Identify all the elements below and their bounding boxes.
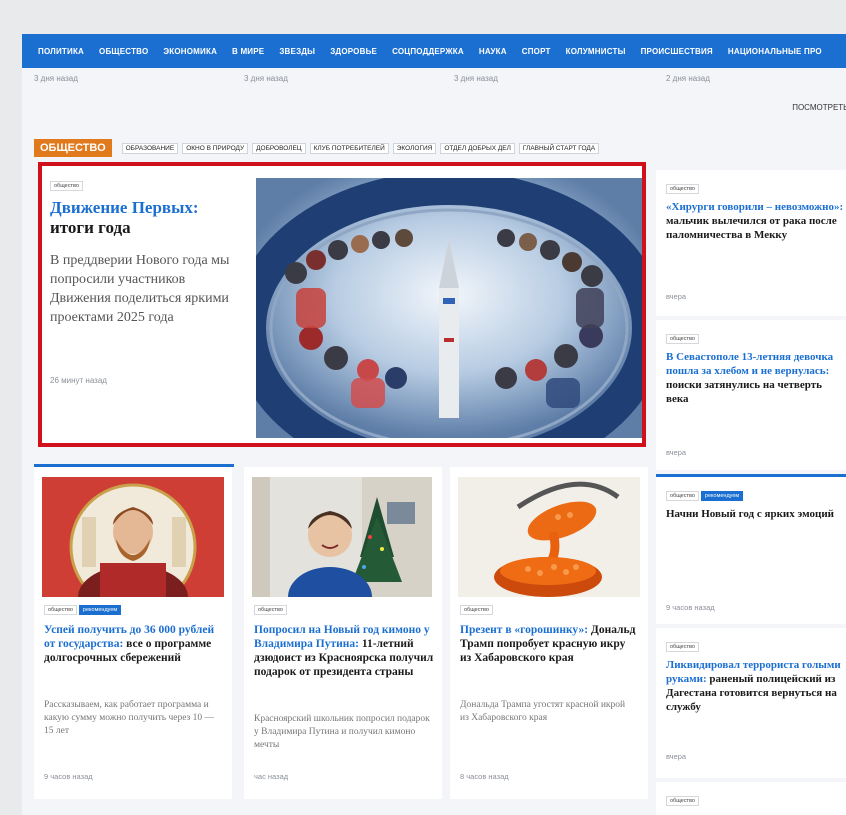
category-tag[interactable]: общество — [44, 605, 77, 615]
article-title[interactable]: Движение Первых: итоги года — [50, 198, 235, 238]
nav-item-health[interactable]: ЗДОРОВЬЕ — [330, 47, 377, 56]
subsection-link[interactable]: КЛУБ ПОТРЕБИТЕЛЕЙ — [309, 142, 389, 154]
featured-photo-rocket-crowd[interactable] — [256, 178, 642, 438]
section-header: ОБЩЕСТВО ОБРАЗОВАНИЕ ОКНО В ПРИРОДУ ДОБР… — [34, 138, 846, 158]
nav-item-science[interactable]: НАУКА — [479, 47, 507, 56]
article-title[interactable]: Ликвидировал террориста голыми руками: р… — [666, 658, 846, 714]
tag-row: общество — [666, 642, 699, 652]
subsection-link[interactable]: ДОБРОВОЛЕЦ — [252, 142, 306, 154]
article-time: вчера — [666, 752, 687, 761]
nav-item-economy[interactable]: ЭКОНОМИКА — [163, 47, 217, 56]
article-title[interactable]: Успей получить до 36 000 рублей от госуд… — [44, 623, 224, 665]
article-lead: Красноярский школьник попросил подарок у… — [254, 714, 430, 750]
tag-row: общество — [460, 605, 493, 615]
article-title-rest: Начни Новый год с ярких эмоций — [666, 508, 835, 520]
article-time: час назад — [254, 772, 289, 781]
subsection-link[interactable]: ГЛАВНЫЙ СТАРТ ГОДА — [518, 142, 600, 154]
article-title-rest: поиски затянулись на четверть века — [666, 379, 822, 405]
article-time: вчера — [666, 448, 687, 457]
article-title-highlight: Презент в «горошинку»: — [460, 624, 589, 636]
category-tag[interactable]: общество — [666, 491, 699, 501]
category-tag[interactable]: общество — [666, 184, 699, 194]
section-title[interactable]: ОБЩЕСТВО — [34, 139, 112, 157]
category-tag[interactable]: общество — [666, 334, 699, 344]
article-image-merchant-illustration[interactable] — [42, 477, 224, 629]
article-time: 8 часов назад — [460, 772, 509, 781]
article-title[interactable]: В Севастополе 13-летняя девочка пошла за… — [666, 350, 846, 406]
article-time: 2 дня назад — [666, 74, 710, 83]
see-all-link[interactable]: ПОСМОТРЕТЬ В — [792, 103, 846, 112]
tag-row: общество — [666, 184, 699, 194]
category-tag[interactable]: общество — [460, 605, 493, 615]
article-title-highlight: Движение Первых: — [50, 198, 199, 217]
news-page: ПОЛИТИКА ОБЩЕСТВО ЭКОНОМИКА В МИРЕ ЗВЕЗД… — [22, 34, 846, 815]
tag-row: общество рекомендуем — [666, 491, 744, 501]
category-tag[interactable]: общество — [254, 605, 287, 615]
article-title-rest: итоги года — [50, 218, 131, 237]
article-title[interactable]: Попросил на Новый год кимоно у Владимира… — [254, 623, 434, 679]
article-time: 9 часов назад — [44, 772, 93, 781]
article-title[interactable]: Презент в «горошинку»: Дональд Трамп поп… — [460, 623, 638, 665]
nav-item-national-projects[interactable]: НАЦИОНАЛЬНЫЕ ПРО — [728, 47, 822, 56]
category-tag[interactable]: общество — [666, 642, 699, 652]
recommended-tag[interactable]: рекомендуем — [78, 605, 122, 615]
subsection-link[interactable]: ОКНО В ПРИРОДУ — [182, 142, 249, 154]
nav-item-society[interactable]: ОБЩЕСТВО — [99, 47, 148, 56]
article-title-highlight: В Севастополе 13-летняя девочка пошла за… — [666, 351, 834, 377]
article-image-boy-christmas-tree[interactable] — [252, 477, 432, 627]
nav-item-columnists[interactable]: КОЛУМНИСТЫ — [566, 47, 626, 56]
nav-item-sport[interactable]: СПОРТ — [522, 47, 551, 56]
article-title[interactable]: «Хирурги говорили – невозможно»: мальчик… — [666, 200, 846, 242]
nav-item-world[interactable]: В МИРЕ — [232, 47, 264, 56]
article-time: 3 дня назад — [244, 74, 288, 83]
featured-article[interactable]: общество Движение Первых: итоги года В п… — [38, 162, 646, 447]
article-time: 3 дня назад — [454, 74, 498, 83]
article-lead: Дональда Трампа угостят красной икрой из… — [460, 700, 626, 723]
nav-item-incidents[interactable]: ПРОИСШЕСТВИЯ — [641, 47, 713, 56]
rocket-photo-illustration — [256, 178, 642, 438]
subsection-link[interactable]: ЭКОЛОГИЯ — [392, 142, 437, 154]
article-time: 26 минут назад — [50, 376, 107, 385]
recommended-tag[interactable]: рекомендуем — [700, 491, 744, 501]
previous-row-times: 3 дня назад 3 дня назад 3 дня назад 2 дн… — [22, 74, 846, 92]
article-time: 9 часов назад — [666, 603, 715, 612]
tag-row: общество — [666, 796, 699, 806]
article-time: 3 дня назад — [34, 74, 78, 83]
article-lead: Рассказываем, как работает программа и к… — [44, 700, 215, 736]
article-image-red-caviar[interactable] — [458, 477, 640, 597]
side-article[interactable]: общество — [656, 782, 846, 815]
article-title[interactable]: Начни Новый год с ярких эмоций — [666, 507, 846, 521]
article-lead: В преддверии Нового года мы попросили уч… — [50, 253, 230, 325]
category-tag[interactable]: общество — [50, 181, 83, 191]
side-article[interactable]: общество В Севастополе 13-летняя девочка… — [656, 320, 846, 470]
category-tag[interactable]: общество — [666, 796, 699, 806]
article-card[interactable]: общество рекомендуем Успей получить до 3… — [34, 467, 232, 799]
side-article[interactable]: общество Ликвидировал террориста голыми … — [656, 628, 846, 778]
tag-row: общество — [666, 334, 699, 344]
article-card[interactable]: общество Презент в «горошинку»: Дональд … — [450, 467, 648, 799]
subsection-link[interactable]: ОБРАЗОВАНИЕ — [121, 142, 179, 154]
tag-row: общество — [254, 605, 287, 615]
article-title-highlight: «Хирурги говорили – невозможно»: — [666, 201, 844, 213]
subsection-link[interactable]: ОТДЕЛ ДОБРЫХ ДЕЛ — [440, 142, 515, 154]
nav-item-politics[interactable]: ПОЛИТИКА — [38, 47, 84, 56]
nav-item-stars[interactable]: ЗВЕЗДЫ — [279, 47, 315, 56]
top-navigation: ПОЛИТИКА ОБЩЕСТВО ЭКОНОМИКА В МИРЕ ЗВЕЗД… — [22, 34, 846, 68]
tag-row: общество рекомендуем — [44, 605, 122, 615]
side-article[interactable]: общество «Хирурги говорили – невозможно»… — [656, 170, 846, 316]
nav-item-social-support[interactable]: СОЦПОДДЕРЖКА — [392, 47, 464, 56]
side-article[interactable]: общество рекомендуем Начни Новый год с я… — [656, 474, 846, 624]
article-title-rest: мальчик вылечился от рака после паломнич… — [666, 215, 837, 241]
article-card[interactable]: общество Попросил на Новый год кимоно у … — [244, 467, 442, 799]
article-time: вчера — [666, 292, 687, 301]
